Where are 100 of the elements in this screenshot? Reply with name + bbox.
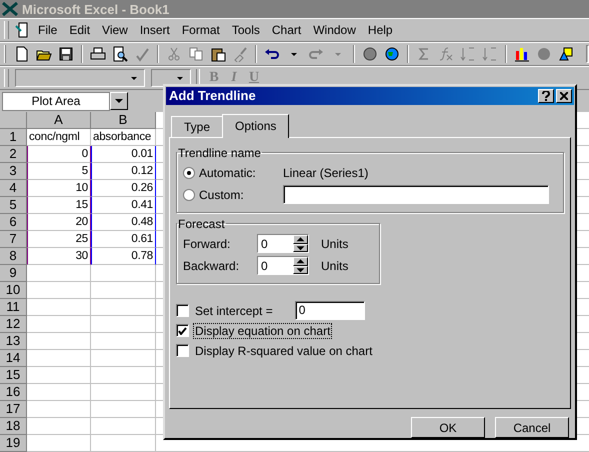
checkbox-label[interactable]: Display equation on chart — [193, 322, 332, 339]
row-header[interactable]: 10 — [0, 282, 27, 299]
group-label: Trendline name — [177, 146, 262, 160]
table-cell: 0.78 — [91, 248, 156, 265]
spin-up-button[interactable] — [293, 257, 308, 266]
checkbox[interactable] — [176, 344, 189, 358]
radio-label[interactable]: Custom: — [199, 188, 279, 202]
table-cell: 0.48 — [91, 214, 156, 231]
unit-label: Units — [321, 258, 348, 273]
app-icon — [2, 2, 18, 16]
intercept-field[interactable]: 0 — [294, 301, 365, 320]
table-cell: 0.61 — [91, 231, 156, 248]
row-header[interactable]: 8 — [0, 248, 27, 265]
close-icon — [560, 92, 568, 100]
menu-item[interactable]: File — [33, 21, 62, 39]
row-header[interactable]: 16 — [0, 384, 27, 401]
font-combo[interactable] — [15, 69, 145, 87]
menu-item[interactable]: Insert — [134, 21, 175, 39]
table-cell: 25 — [27, 231, 91, 248]
spin-up-button[interactable] — [293, 235, 308, 244]
row-header[interactable]: 17 — [0, 401, 27, 418]
menu-item[interactable]: Tools — [226, 21, 265, 39]
row-header[interactable]: 13 — [0, 333, 27, 350]
table-cell — [27, 401, 91, 418]
table-cell: 10 — [27, 180, 91, 197]
close-button[interactable] — [556, 88, 572, 103]
clipboard-icon[interactable] — [210, 46, 226, 62]
dialog-title: Add Trendline — [169, 88, 257, 104]
row-header[interactable]: 19 — [0, 435, 27, 452]
table-cell: 30 — [27, 248, 91, 265]
menu-item[interactable]: Format — [176, 21, 225, 39]
row-header[interactable]: 14 — [0, 350, 27, 367]
table-cell: 20 — [27, 214, 91, 231]
radio-button[interactable] — [183, 166, 195, 179]
table-cell — [27, 435, 91, 452]
table-cell — [27, 384, 91, 401]
bar-chart-icon[interactable] — [514, 46, 530, 62]
table-cell — [27, 333, 91, 350]
group-label: Forecast — [177, 216, 226, 231]
spellcheck-icon[interactable] — [134, 46, 150, 62]
dialog-button[interactable]: OK — [411, 417, 485, 438]
spinner-field[interactable]: 0 — [257, 256, 309, 276]
table-cell — [27, 299, 91, 316]
table-cell: 0.41 — [91, 197, 156, 214]
name-box[interactable]: Plot Area — [2, 92, 110, 110]
radio-button[interactable] — [183, 188, 195, 201]
field-label: Forward: — [183, 236, 232, 251]
spinner-field[interactable]: 0 — [257, 234, 309, 254]
row-header[interactable]: 5 — [0, 197, 27, 214]
printer-icon[interactable] — [90, 46, 106, 62]
copy-icon[interactable] — [188, 46, 204, 62]
radio-label[interactable]: Automatic: — [199, 166, 279, 180]
checkbox[interactable] — [176, 324, 189, 338]
shapes-icon[interactable] — [558, 46, 574, 62]
row-header[interactable]: 9 — [0, 265, 27, 282]
table-cell — [27, 418, 91, 435]
row-header[interactable]: 3 — [0, 163, 27, 180]
table-cell: 0 — [27, 146, 91, 163]
menu-item[interactable]: Edit — [64, 21, 96, 39]
row-header[interactable]: 4 — [0, 180, 27, 197]
menu-item[interactable]: Chart — [266, 21, 306, 39]
dialog-button[interactable]: Cancel — [495, 417, 569, 438]
table-cell: 0.01 — [91, 146, 156, 163]
row-header[interactable]: 2 — [0, 146, 27, 163]
dropdown-button[interactable] — [110, 92, 128, 110]
checkbox-label[interactable]: Set intercept = — [193, 302, 275, 319]
window-title: Microsoft Excel - Book1 — [22, 2, 170, 16]
tab[interactable]: Options — [222, 114, 290, 138]
row-header[interactable]: 15 — [0, 367, 27, 384]
caret-icon — [115, 98, 123, 104]
row-header[interactable]: 7 — [0, 231, 27, 248]
table-cell: conc/ngml — [27, 129, 91, 146]
field-label: Backward: — [183, 258, 240, 273]
question-icon — [542, 90, 550, 101]
row-header[interactable]: 18 — [0, 418, 27, 435]
table-cell — [27, 367, 91, 384]
table-cell — [27, 282, 91, 299]
checkbox[interactable] — [176, 304, 189, 318]
menu-item[interactable]: View — [97, 21, 133, 39]
print-preview-icon[interactable] — [112, 46, 128, 62]
table-cell: 0.12 — [91, 163, 156, 180]
row-header[interactable]: 1 — [0, 129, 27, 146]
checkbox-label[interactable]: Display R-squared value on chart — [193, 342, 374, 359]
row-header[interactable]: 6 — [0, 214, 27, 231]
zoom-combo[interactable] — [586, 45, 589, 63]
column-header[interactable]: A — [27, 112, 91, 129]
table-cell — [27, 350, 91, 367]
row-header[interactable]: 12 — [0, 316, 27, 333]
menu-item[interactable]: Window — [308, 21, 361, 39]
custom-name-field[interactable] — [283, 185, 549, 204]
row-header[interactable]: 11 — [0, 299, 27, 316]
save-icon[interactable] — [58, 46, 74, 62]
table-cell — [27, 265, 91, 282]
help-button[interactable] — [538, 88, 554, 103]
undo-icon[interactable] — [264, 46, 280, 62]
table-cell: 15 — [27, 197, 91, 214]
table-cell — [27, 316, 91, 333]
new-file-icon[interactable] — [14, 46, 30, 62]
menu-item[interactable]: Help — [362, 21, 398, 39]
column-header[interactable]: B — [91, 112, 156, 129]
